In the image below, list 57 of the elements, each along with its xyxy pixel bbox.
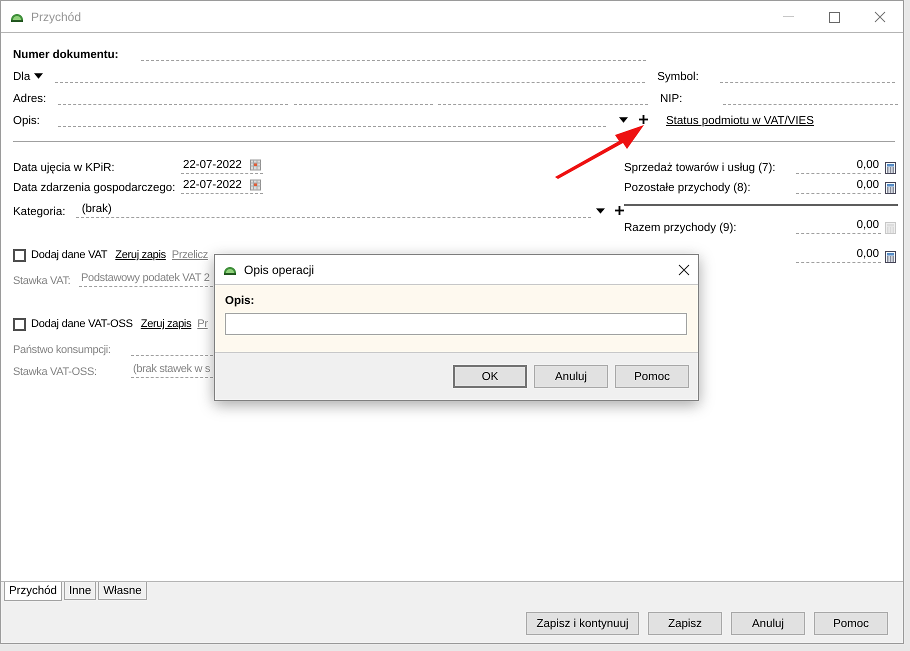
field-label: Pozostałe przychody (8):	[624, 182, 752, 194]
field-label: Kategoria:	[13, 206, 66, 218]
dialog-button[interactable]: Pomoc	[615, 365, 689, 388]
dropdown-icon[interactable]	[619, 117, 628, 123]
amount-field[interactable]: 0,00	[796, 156, 881, 174]
reset-link[interactable]: Zeruj zapis	[115, 249, 166, 261]
action-button[interactable]: Zapisz	[648, 612, 722, 635]
field-label: NIP:	[660, 93, 684, 105]
amount-field[interactable]: 0,00	[796, 245, 881, 263]
rate-dropdown[interactable]: Podstawowy podatek VAT 2	[79, 269, 213, 287]
action-button[interactable]: Pomoc	[814, 612, 888, 635]
recalculate-link[interactable]: Pr	[197, 318, 208, 330]
field-label: Razem przychody (9):	[624, 222, 738, 234]
dialog-button[interactable]: OK	[453, 365, 527, 388]
field-label: Stawka VAT-OSS:	[13, 366, 98, 378]
checkbox-label[interactable]: Dodaj dane VAT-OSS	[31, 318, 133, 330]
description-input[interactable]	[225, 313, 687, 335]
close-icon[interactable]	[678, 264, 690, 276]
action-button[interactable]: Zapisz i kontynuuj	[526, 612, 639, 635]
field-label: Dla	[13, 71, 30, 83]
field-label: Symbol:	[657, 71, 700, 83]
field-label: Data zdarzenia gospodarczego:	[13, 182, 176, 194]
rate-dropdown[interactable]: (brak stawek w s	[131, 360, 213, 378]
reset-link[interactable]: Zeruj zapis	[140, 318, 192, 330]
field-label: Państwo konsumpcji:	[13, 344, 112, 356]
window-title: Przychód	[31, 10, 82, 24]
field-label: Opis:	[225, 295, 256, 307]
tab[interactable]: Własne	[98, 582, 147, 600]
recalculate-link[interactable]: Przelicz	[172, 249, 208, 261]
field-label: Sprzedaż towarów i usług (7):	[624, 162, 776, 174]
dialog-button[interactable]: Anuluj	[534, 365, 608, 388]
calculator-icon[interactable]	[885, 182, 896, 194]
amount-field[interactable]: 0,00	[796, 176, 881, 194]
add-icon[interactable]	[615, 206, 624, 215]
checkbox-label[interactable]: Dodaj dane VAT	[31, 249, 108, 261]
action-button[interactable]: Anuluj	[731, 612, 805, 635]
field-label: Opis:	[13, 115, 41, 127]
dropdown-icon[interactable]	[596, 208, 606, 214]
date-field[interactable]: 22-07-2022	[181, 176, 263, 194]
field-label: Stawka VAT:	[13, 275, 72, 287]
field-label: Adres:	[13, 93, 48, 105]
checkbox[interactable]	[13, 248, 26, 262]
dropdown-icon[interactable]	[34, 73, 44, 79]
dialog-title: Opis operacji	[244, 262, 316, 276]
add-icon[interactable]	[639, 115, 648, 124]
tab[interactable]: Przychód	[4, 582, 62, 601]
field-label: Data ujęcia w KPiR:	[13, 162, 116, 174]
tab[interactable]: Inne	[64, 582, 96, 600]
field-label: Numer dokumentu:	[13, 49, 120, 61]
vies-status-link[interactable]: Status podmiotu w VAT/VIES	[666, 115, 814, 127]
checkbox[interactable]	[13, 318, 26, 330]
calculator-icon[interactable]	[885, 162, 896, 174]
calendar-icon[interactable]	[250, 158, 261, 170]
calculator-icon[interactable]	[885, 251, 896, 263]
category-dropdown[interactable]: (brak)	[76, 200, 592, 218]
date-field[interactable]: 22-07-2022	[181, 156, 263, 174]
calendar-icon[interactable]	[250, 178, 261, 190]
